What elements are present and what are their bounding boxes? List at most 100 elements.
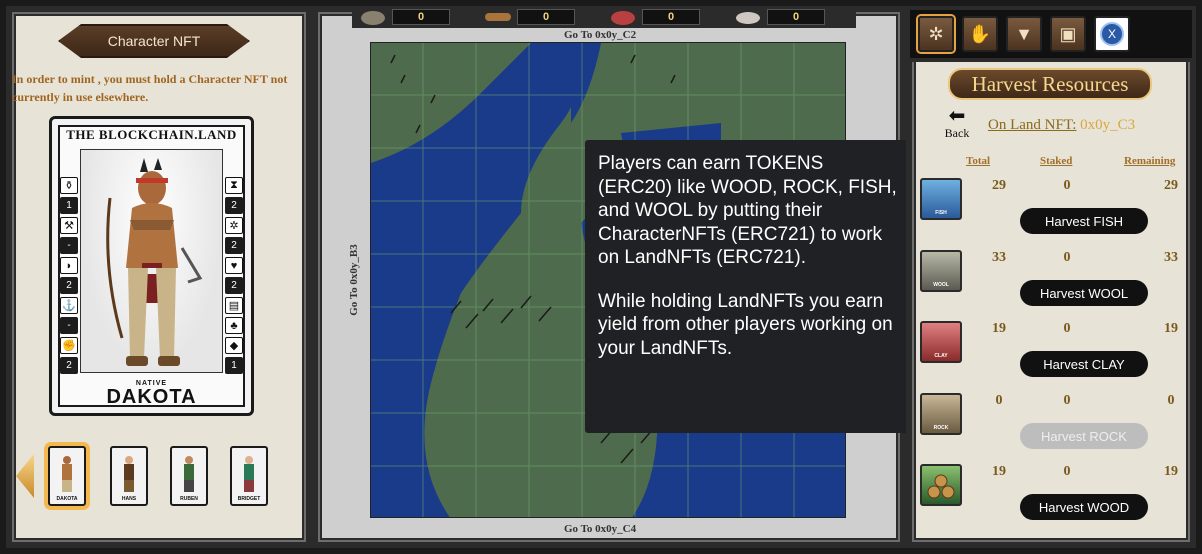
- total-value: 19: [992, 321, 1006, 336]
- stat-value: -: [60, 237, 78, 254]
- stat-value: 2: [60, 277, 78, 294]
- left-stats: ⚱ 1 ⚒ - ◗ 2 ⚓ - ✊ 2: [60, 177, 78, 374]
- anvil-icon[interactable]: ▼: [1006, 16, 1042, 52]
- horn-icon: ◗: [60, 257, 78, 274]
- wood-icon: [920, 464, 962, 506]
- harvest-title: Harvest Resources: [948, 68, 1152, 100]
- resource-bar: 0 0 0 0: [352, 6, 856, 28]
- hourglass-icon: ⧗: [225, 177, 243, 194]
- map-nav-west[interactable]: Go To 0x0y_B3: [348, 230, 360, 330]
- col-total: Total: [966, 155, 991, 167]
- fish-icon: FISH: [920, 178, 962, 220]
- remaining-value: 29: [1164, 178, 1178, 193]
- stat-value: 1: [225, 357, 243, 374]
- remaining-value: 0: [1167, 393, 1175, 408]
- stat-value: 2: [60, 357, 78, 374]
- staked-value: 0: [1063, 393, 1071, 408]
- bottle-icon: ⚱: [60, 177, 78, 194]
- anchor-icon: ⚓: [60, 297, 78, 314]
- log-pile-icon: [927, 474, 955, 499]
- thumbnail-ruben[interactable]: RUBEN: [170, 446, 208, 506]
- total-value: 0: [995, 393, 1003, 408]
- thumbnail-hans[interactable]: HANS: [110, 446, 148, 506]
- resource-row-wood: 19 0 19 Harvest WOOD: [920, 464, 1184, 528]
- stat-value: 2: [225, 237, 243, 254]
- character-thumb-figure: [124, 456, 134, 492]
- total-value: 33: [992, 250, 1006, 265]
- rock-count: 0: [392, 9, 450, 25]
- info-tooltip: Players can earn TOKENS (ERC20) like WOO…: [585, 140, 913, 433]
- arrow-left-icon: ⬅: [948, 105, 966, 127]
- back-button[interactable]: ⬅ Back: [940, 106, 974, 141]
- harvest-rock-button[interactable]: Harvest ROCK: [1020, 423, 1148, 449]
- resource-wood: 0: [481, 8, 602, 26]
- thumbnail-bridget[interactable]: BRIDGET: [230, 446, 268, 506]
- remaining-value: 33: [1164, 250, 1178, 265]
- resource-clay: 0: [606, 8, 727, 26]
- total-value: 29: [992, 178, 1006, 193]
- staked-value: 0: [1063, 178, 1071, 193]
- character-nft-title: Character NFT: [58, 24, 250, 58]
- harvest-fish-button[interactable]: Harvest FISH: [1020, 208, 1148, 234]
- compass-icon[interactable]: ✲: [918, 16, 954, 52]
- character-thumb-figure: [244, 456, 254, 492]
- compass-icon: ✲: [225, 217, 243, 234]
- heart-icon: ♥: [225, 257, 243, 274]
- close-icon: X: [1100, 22, 1124, 46]
- hammer-icon: ⚒: [60, 217, 78, 234]
- card-brand: THE BLOCKCHAIN.LAND: [66, 127, 237, 142]
- rock-icon: [356, 8, 390, 26]
- character-thumb-figure: [62, 456, 72, 492]
- chest-icon[interactable]: ▣: [1050, 16, 1086, 52]
- clay-icon: [606, 8, 640, 26]
- staked-value: 0: [1063, 321, 1071, 336]
- cube-icon: ◆: [225, 337, 243, 354]
- card-character-name: DAKOTA: [106, 386, 197, 408]
- on-land-nft[interactable]: On Land NFT: 0x0y_C3: [988, 117, 1135, 134]
- wool-count: 0: [767, 9, 825, 25]
- wood-icon: [481, 8, 515, 26]
- stat-value: 2: [225, 197, 243, 214]
- staked-value: 0: [1063, 250, 1071, 265]
- resource-row-clay: CLAY 19 0 19 Harvest CLAY: [920, 321, 1184, 385]
- carousel-prev-arrow[interactable]: [16, 454, 34, 498]
- native-warrior-figure: [105, 158, 202, 366]
- resource-row-fish: FISH 29 0 29 Harvest FISH: [920, 178, 1184, 242]
- clay-count: 0: [642, 9, 700, 25]
- right-stats: ⧗ 2 ✲ 2 ♥ 2 ▤ ♣ ◆ 1: [225, 177, 243, 374]
- clover-icon: ♣: [225, 317, 243, 334]
- clay-icon: CLAY: [920, 321, 962, 363]
- character-card[interactable]: THE BLOCKCHAIN.LAND ⚱ 1 ⚒ - ◗ 2 ⚓ - ✊ 2: [49, 116, 254, 416]
- panel-nav: ✲ ✋ ▼ ▣ X: [906, 6, 1196, 62]
- thumbnail-dakota[interactable]: DAKOTA: [48, 446, 86, 506]
- harvest-wool-button[interactable]: Harvest WOOL: [1020, 280, 1148, 306]
- staked-value: 0: [1063, 464, 1071, 479]
- character-thumb-figure: [184, 456, 194, 492]
- tooltip-paragraph-2: While holding LandNFTs you earn yield fr…: [598, 290, 893, 359]
- resource-wool: 0: [731, 8, 852, 26]
- stat-value: 2: [225, 277, 243, 294]
- stat-value: -: [60, 317, 78, 334]
- book-icon: ▤: [225, 297, 243, 314]
- resource-rock: 0: [356, 8, 477, 26]
- harvest-wood-button[interactable]: Harvest WOOD: [1020, 494, 1148, 520]
- col-staked: Staked: [1040, 155, 1073, 167]
- total-value: 19: [992, 464, 1006, 479]
- harvest-clay-button[interactable]: Harvest CLAY: [1020, 351, 1148, 377]
- remaining-value: 19: [1164, 321, 1178, 336]
- rock-icon: ROCK: [920, 393, 962, 435]
- resource-row-wool: WOOL 33 0 33 Harvest WOOL: [920, 250, 1184, 314]
- resource-row-rock: ROCK 0 0 0 Harvest ROCK: [920, 393, 1184, 457]
- close-button[interactable]: X: [1094, 16, 1130, 52]
- stat-value: 1: [60, 197, 78, 214]
- wool-icon: [731, 8, 765, 26]
- tooltip-paragraph-1: Players can earn TOKENS (ERC20) like WOO…: [598, 153, 897, 268]
- handshake-icon[interactable]: ✋: [962, 16, 998, 52]
- wool-icon: WOOL: [920, 250, 962, 292]
- map-nav-south[interactable]: Go To 0x0y_C4: [564, 523, 636, 535]
- remaining-value: 19: [1164, 464, 1178, 479]
- back-label: Back: [944, 126, 970, 140]
- mint-note: In order to mint , you must hold a Chara…: [12, 72, 288, 104]
- map-nav-north[interactable]: Go To 0x0y_C2: [564, 29, 636, 41]
- col-remaining: Remaining: [1124, 155, 1176, 167]
